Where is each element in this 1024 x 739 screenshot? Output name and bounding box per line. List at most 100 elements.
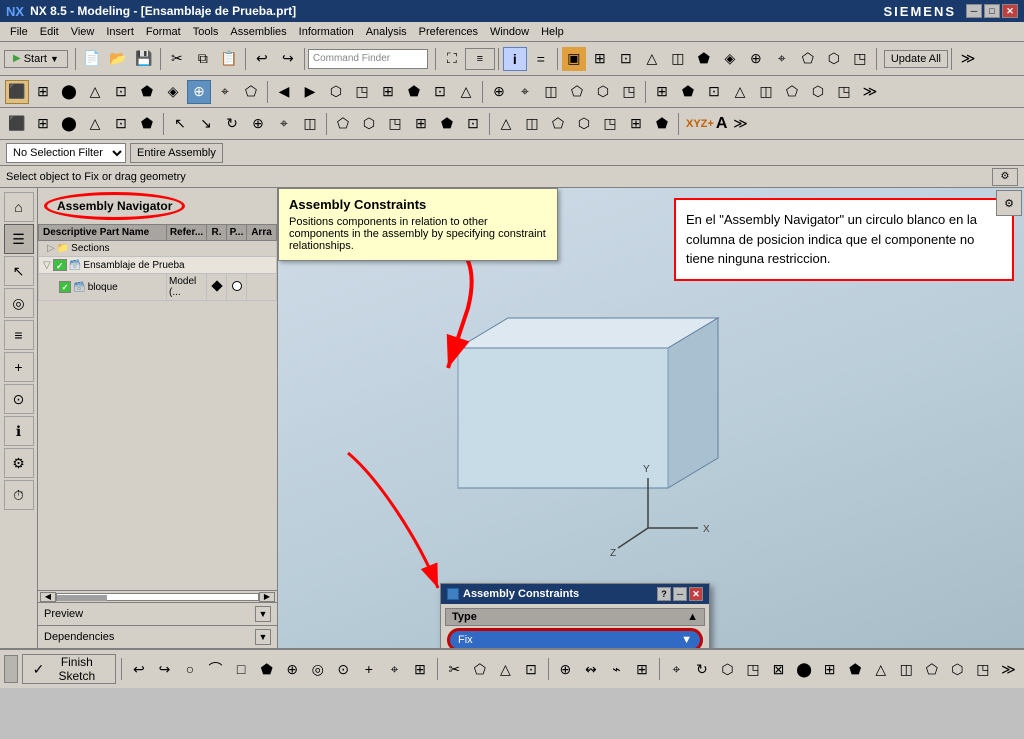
r3-t10[interactable]: ⊕ [246,112,270,136]
bt4[interactable]: ⌒ [204,655,228,683]
horizontal-scrollbar[interactable]: ◀ ▶ [38,590,277,602]
menu-analysis[interactable]: Analysis [360,24,413,40]
bt18[interactable]: ↭ [579,655,603,683]
bt16[interactable]: ⊡ [519,655,543,683]
t5[interactable]: ◫ [666,47,690,71]
info-btn[interactable]: i [503,47,527,71]
menu-window[interactable]: Window [484,24,535,40]
sidebar-zoom-icon[interactable]: ◎ [4,288,34,318]
r2-t30[interactable]: ⬠ [780,80,804,104]
restore-button[interactable]: □ [984,4,1000,18]
cut-btn[interactable]: ✂ [165,47,189,71]
r2-t18[interactable]: △ [454,80,478,104]
undo-btn[interactable]: ↩ [250,47,274,71]
dialog-minimize-btn[interactable]: ─ [673,587,687,601]
r3-t13[interactable]: ⬠ [331,112,355,136]
bt28[interactable]: ⬟ [843,655,867,683]
redo-btn[interactable]: ↪ [276,47,300,71]
r3-t23[interactable]: ◳ [598,112,622,136]
table-row-sections[interactable]: ▷ 📁 Sections [39,241,277,257]
copy-btn[interactable]: ⧉ [191,47,215,71]
r2-t14[interactable]: ◳ [350,80,374,104]
r3-t18[interactable]: ⊡ [461,112,485,136]
snap-btn[interactable]: ⛶ [440,47,464,71]
bt24[interactable]: ◳ [741,655,765,683]
r3-t11[interactable]: ⌖ [272,112,296,136]
r2-t7[interactable]: ◈ [161,80,185,104]
scroll-thumb[interactable] [57,595,107,601]
r2-t25[interactable]: ⊞ [650,80,674,104]
t3[interactable]: ⊡ [614,47,638,71]
sidebar-gear-icon[interactable]: ⚙ [4,448,34,478]
bt1[interactable]: ↩ [127,655,151,683]
r2-t2[interactable]: ⊞ [31,80,55,104]
sidebar-history-icon[interactable]: ⊙ [4,384,34,414]
bt8[interactable]: ◎ [306,655,330,683]
r3-t7[interactable]: ↖ [168,112,192,136]
r2-t6[interactable]: ⬟ [135,80,159,104]
t4[interactable]: △ [640,47,664,71]
menu-view[interactable]: View [65,24,101,40]
sidebar-home-icon[interactable]: ⌂ [4,192,34,222]
level-btn[interactable]: ≡ [465,48,495,70]
r2-t28[interactable]: △ [728,80,752,104]
r3-t22[interactable]: ⬡ [572,112,596,136]
bt33[interactable]: ◳ [971,655,995,683]
sidebar-nav-icon[interactable]: ☰ [4,224,34,254]
r2-t16[interactable]: ⬟ [402,80,426,104]
bt10[interactable]: + [357,655,381,683]
t8[interactable]: ⊕ [744,47,768,71]
bt13[interactable]: ✂ [443,655,467,683]
menu-edit[interactable]: Edit [34,24,65,40]
table-row-bloque[interactable]: ✓ 🗃 bloque Model (... [39,274,277,301]
r3-t17[interactable]: ⬟ [435,112,459,136]
r2-t1[interactable]: ⬛ [5,80,29,104]
finish-sketch-button[interactable]: ✓ Finish Sketch [22,654,117,684]
r2-t32[interactable]: ◳ [832,80,856,104]
sidebar-clock-icon[interactable]: ⏱ [4,480,34,510]
bt15[interactable]: △ [494,655,518,683]
viewport-settings-btn[interactable]: ⚙ [996,190,1022,216]
menu-file[interactable]: File [4,24,34,40]
r2-t19[interactable]: ⊕ [487,80,511,104]
r2-t12[interactable]: ▶ [298,80,322,104]
r2-t3[interactable]: ⬤ [57,80,81,104]
statusbar-icon[interactable]: ⚙ [992,168,1018,186]
minimize-button[interactable]: ─ [966,4,982,18]
bt9[interactable]: ⊙ [332,655,356,683]
r2-t17[interactable]: ⊡ [428,80,452,104]
update-all-button[interactable]: Update All [884,50,948,68]
r3-t21[interactable]: ⬠ [546,112,570,136]
r2-t31[interactable]: ⬡ [806,80,830,104]
t10[interactable]: ⬠ [796,47,820,71]
paste-btn[interactable]: 📋 [217,47,241,71]
table-row-assembly[interactable]: ▽ ✓ 🗃 Ensamblaje de Prueba [39,257,277,274]
r2-t21[interactable]: ◫ [539,80,563,104]
scroll-left-btn[interactable]: ◀ [40,592,56,602]
r2-t20[interactable]: ⌖ [513,80,537,104]
t2[interactable]: ⊞ [588,47,612,71]
bt14[interactable]: ⬠ [468,655,492,683]
r3-t20[interactable]: ◫ [520,112,544,136]
bt21[interactable]: ⌖ [665,655,689,683]
selection-filter-dropdown[interactable]: No Selection Filter [6,143,126,163]
r2-t11[interactable]: ◀ [272,80,296,104]
bt32[interactable]: ⬡ [946,655,970,683]
menu-tools[interactable]: Tools [187,24,225,40]
menu-insert[interactable]: Insert [100,24,140,40]
r2-t27[interactable]: ⊡ [702,80,726,104]
menu-preferences[interactable]: Preferences [413,24,484,40]
bt29[interactable]: △ [869,655,893,683]
sidebar-info-icon[interactable]: ℹ [4,416,34,446]
r2-t26[interactable]: ⬟ [676,80,700,104]
dialog-close-btn[interactable]: ✕ [689,587,703,601]
t11[interactable]: ⬡ [822,47,846,71]
r3-t9[interactable]: ↻ [220,112,244,136]
r3-expand[interactable]: ≫ [728,112,752,136]
r2-t8[interactable]: ⊕ [187,80,211,104]
r2-t15[interactable]: ⊞ [376,80,400,104]
dependencies-dropdown-btn[interactable]: ▼ [255,629,271,645]
bt26[interactable]: ⬤ [792,655,816,683]
r2-t22[interactable]: ⬠ [565,80,589,104]
bt12[interactable]: ⊞ [408,655,432,683]
